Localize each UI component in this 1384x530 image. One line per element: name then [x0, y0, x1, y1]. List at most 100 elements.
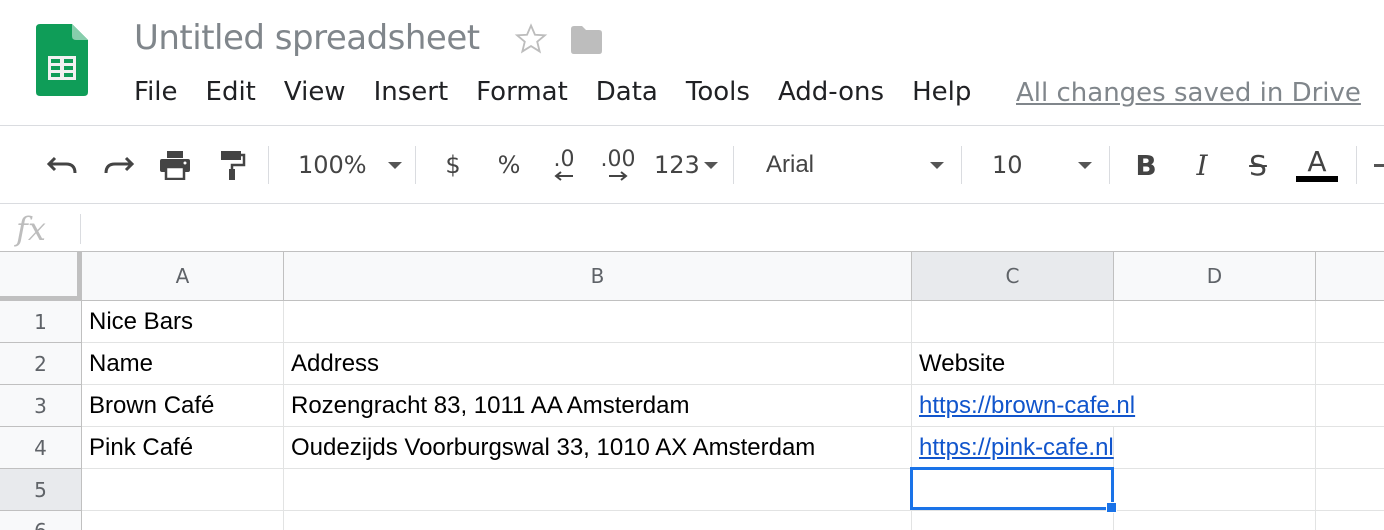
- formula-bar: fx: [0, 204, 1384, 252]
- chevron-down-icon: [1078, 161, 1092, 169]
- bold-button[interactable]: B: [1130, 145, 1162, 185]
- toolbar-divider: [961, 146, 962, 184]
- decrease-decimal-label: .0: [553, 147, 575, 172]
- redo-icon[interactable]: [99, 145, 139, 185]
- select-all-corner[interactable]: [0, 252, 82, 301]
- cell-a5[interactable]: [82, 469, 284, 511]
- column-header-c[interactable]: C: [912, 252, 1114, 301]
- cell-b1[interactable]: [284, 301, 912, 343]
- text-color-label: A: [1307, 145, 1327, 178]
- cell-b4[interactable]: Oudezijds Voorburgswal 33, 1010 AX Amste…: [284, 427, 912, 469]
- row-header-4[interactable]: 4: [0, 427, 82, 469]
- menu-data[interactable]: Data: [582, 72, 672, 112]
- zoom-value: 100%: [298, 151, 367, 179]
- menu-addons[interactable]: Add-ons: [764, 72, 898, 112]
- toolbar-divider: [268, 146, 269, 184]
- fx-icon: fx: [16, 210, 46, 248]
- menu-file[interactable]: File: [120, 72, 192, 112]
- cell-a1[interactable]: Nice Bars: [82, 301, 284, 343]
- undo-icon[interactable]: [42, 145, 82, 185]
- cell-e6[interactable]: [1316, 511, 1384, 530]
- cell-c4-link[interactable]: https://pink-cafe.nl: [912, 427, 1114, 469]
- number-format-label: 123: [654, 151, 700, 179]
- italic-button[interactable]: I: [1186, 145, 1218, 185]
- row-header-3[interactable]: 3: [0, 385, 82, 427]
- cell-c2[interactable]: Website: [912, 343, 1114, 385]
- arrow-right-icon: [609, 171, 628, 181]
- strikethrough-label: S: [1249, 148, 1267, 182]
- menu-help[interactable]: Help: [898, 72, 985, 112]
- save-status-link[interactable]: All changes saved in Drive: [1016, 74, 1361, 112]
- row-header-5[interactable]: 5: [0, 469, 82, 511]
- increase-decimal-button[interactable]: .00: [598, 145, 638, 185]
- cell-d5[interactable]: [1114, 469, 1316, 511]
- cell-e3[interactable]: [1316, 385, 1384, 427]
- cell-e4[interactable]: [1316, 427, 1384, 469]
- column-header-a[interactable]: A: [82, 252, 284, 301]
- menu-bar: File Edit View Insert Format Data Tools …: [120, 72, 985, 112]
- active-cell-selection[interactable]: [910, 467, 1114, 510]
- menu-format[interactable]: Format: [462, 72, 582, 112]
- decrease-decimal-button[interactable]: .0: [544, 145, 584, 185]
- sheet-grid: A B C D 1 2 3 4 5 6 Nice Bars Name Addre…: [0, 252, 1384, 530]
- menu-edit[interactable]: Edit: [192, 72, 270, 112]
- bold-label: B: [1135, 148, 1157, 182]
- row-header-6[interactable]: 6: [0, 511, 82, 530]
- cell-a4[interactable]: Pink Café: [82, 427, 284, 469]
- zoom-select[interactable]: 100%: [298, 145, 402, 185]
- cell-e5[interactable]: [1316, 469, 1384, 511]
- number-format-select[interactable]: 123: [654, 145, 718, 185]
- column-header-b[interactable]: B: [284, 252, 912, 301]
- cell-e2[interactable]: [1316, 343, 1384, 385]
- sheets-logo-icon[interactable]: [36, 24, 88, 96]
- menu-tools[interactable]: Tools: [672, 72, 764, 112]
- cell-e1[interactable]: [1316, 301, 1384, 343]
- more-tools-icon[interactable]: [1374, 145, 1384, 185]
- toolbar: 100% $ % .0 .00 123 Arial 10 B I S A: [0, 126, 1384, 204]
- fill-handle[interactable]: [1106, 502, 1117, 513]
- increase-decimal-label: .00: [600, 147, 636, 172]
- font-family-value: Arial: [766, 151, 815, 178]
- document-title[interactable]: Untitled spreadsheet: [134, 18, 480, 58]
- strikethrough-button[interactable]: S: [1242, 145, 1274, 185]
- cell-d2[interactable]: [1114, 343, 1316, 385]
- font-size-value: 10: [992, 151, 1023, 179]
- font-size-select[interactable]: 10: [992, 145, 1092, 185]
- currency-format-button[interactable]: $: [440, 145, 466, 185]
- cell-b5[interactable]: [284, 469, 912, 511]
- cell-c3-link[interactable]: https://brown-cafe.nl: [912, 385, 1135, 427]
- menu-insert[interactable]: Insert: [360, 72, 463, 112]
- toolbar-divider: [415, 146, 416, 184]
- currency-label: $: [445, 151, 461, 179]
- cell-a6[interactable]: [82, 511, 284, 530]
- cell-d4[interactable]: [1114, 427, 1316, 469]
- cell-d1[interactable]: [1114, 301, 1316, 343]
- column-header-e[interactable]: [1316, 252, 1384, 301]
- percent-label: %: [497, 151, 521, 179]
- font-family-select[interactable]: Arial: [766, 145, 944, 185]
- folder-icon[interactable]: [569, 25, 603, 55]
- row-header-1[interactable]: 1: [0, 301, 82, 343]
- cell-c1[interactable]: [912, 301, 1114, 343]
- cell-a3[interactable]: Brown Café: [82, 385, 284, 427]
- cell-a2[interactable]: Name: [82, 343, 284, 385]
- cell-b2[interactable]: Address: [284, 343, 912, 385]
- cell-b6[interactable]: [284, 511, 912, 530]
- text-color-button[interactable]: A: [1296, 145, 1338, 185]
- row-header-2[interactable]: 2: [0, 343, 82, 385]
- chevron-down-icon: [388, 161, 402, 169]
- cell-b3[interactable]: Rozengracht 83, 1011 AA Amsterdam: [284, 385, 912, 427]
- paint-format-icon[interactable]: [212, 145, 252, 185]
- cell-c6[interactable]: [912, 511, 1114, 530]
- cell-d6[interactable]: [1114, 511, 1316, 530]
- percent-format-button[interactable]: %: [496, 145, 522, 185]
- chevron-down-icon: [930, 161, 944, 169]
- menu-view[interactable]: View: [270, 72, 360, 112]
- print-icon[interactable]: [155, 145, 195, 185]
- cell-d3[interactable]: [1114, 385, 1316, 427]
- toolbar-divider: [1109, 146, 1110, 184]
- column-header-d[interactable]: D: [1114, 252, 1316, 301]
- text-color-swatch: [1296, 176, 1338, 182]
- toolbar-divider: [733, 146, 734, 184]
- star-icon[interactable]: [514, 22, 548, 56]
